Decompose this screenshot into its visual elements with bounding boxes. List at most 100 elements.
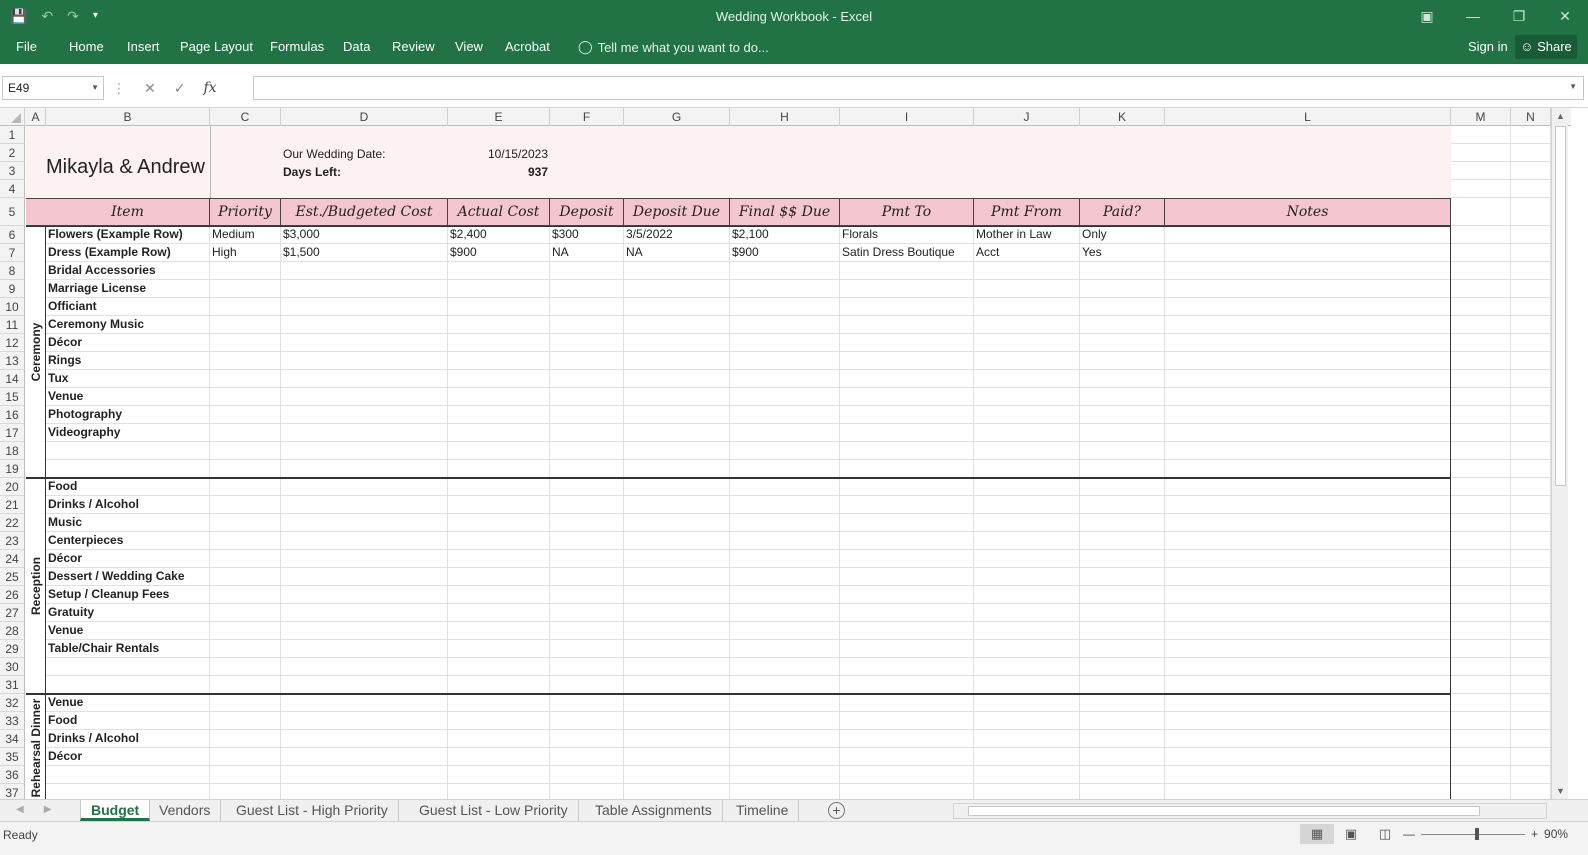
data-cell[interactable] (1451, 712, 1511, 730)
row-header[interactable]: 34 (0, 730, 25, 748)
data-cell[interactable] (1080, 298, 1165, 316)
data-cell[interactable] (1165, 406, 1451, 424)
data-cell[interactable] (448, 550, 550, 568)
item-cell[interactable]: Décor (46, 334, 210, 352)
data-cell[interactable] (840, 550, 974, 568)
couple-names[interactable]: Mikayla & Andrew (46, 156, 205, 179)
row-header[interactable]: 12 (0, 334, 25, 352)
expand-formula-icon[interactable]: ▼ (1569, 82, 1577, 91)
row-header[interactable]: 32 (0, 694, 25, 712)
horizontal-scrollbar[interactable] (953, 803, 1547, 819)
item-cell[interactable]: Venue (46, 622, 210, 640)
data-cell[interactable] (1165, 640, 1451, 658)
data-cell[interactable] (840, 514, 974, 532)
data-cell[interactable] (730, 514, 840, 532)
data-cell[interactable] (210, 388, 281, 406)
data-cell[interactable] (974, 442, 1080, 460)
data-cell[interactable] (1080, 748, 1165, 766)
data-cell[interactable] (624, 748, 730, 766)
data-cell[interactable] (550, 568, 624, 586)
data-cell[interactable] (1080, 406, 1165, 424)
data-cell[interactable] (1511, 748, 1551, 766)
data-cell[interactable]: High (210, 244, 281, 262)
data-cell[interactable] (1511, 334, 1551, 352)
data-cell[interactable] (448, 604, 550, 622)
data-cell[interactable] (210, 406, 281, 424)
data-cell[interactable] (624, 370, 730, 388)
data-cell[interactable] (281, 532, 448, 550)
data-cell[interactable] (281, 478, 448, 496)
data-cell[interactable] (840, 604, 974, 622)
data-cell[interactable] (1080, 604, 1165, 622)
data-cell[interactable] (210, 694, 281, 712)
data-cell[interactable] (1511, 460, 1551, 478)
data-cell[interactable] (1165, 532, 1451, 550)
data-cell[interactable] (840, 730, 974, 748)
data-cell[interactable] (1511, 730, 1551, 748)
data-cell[interactable] (1451, 640, 1511, 658)
data-cell[interactable] (624, 550, 730, 568)
data-cell[interactable] (1080, 424, 1165, 442)
item-cell[interactable]: Drinks / Alcohol (46, 496, 210, 514)
data-cell[interactable] (1511, 496, 1551, 514)
data-cell[interactable] (210, 298, 281, 316)
data-cell[interactable] (281, 388, 448, 406)
data-cell[interactable]: Only (1080, 226, 1165, 244)
tell-me-box[interactable]: ◯ Tell me what you want to do... (578, 39, 769, 55)
data-cell[interactable] (1080, 316, 1165, 334)
data-cell[interactable]: Medium (210, 226, 281, 244)
data-cell[interactable]: $2,100 (730, 226, 840, 244)
data-cell[interactable] (210, 316, 281, 334)
data-cell[interactable] (1080, 784, 1165, 799)
data-cell[interactable] (1165, 370, 1451, 388)
data-cell[interactable] (730, 352, 840, 370)
data-cell[interactable] (974, 280, 1080, 298)
data-cell[interactable] (840, 784, 974, 799)
data-cell[interactable] (974, 352, 1080, 370)
data-cell[interactable] (840, 622, 974, 640)
data-cell[interactable] (1511, 144, 1551, 162)
data-cell[interactable] (210, 676, 281, 694)
data-cell[interactable] (210, 640, 281, 658)
data-cell[interactable] (1165, 550, 1451, 568)
data-cell[interactable] (281, 334, 448, 352)
data-cell[interactable] (448, 442, 550, 460)
column-header-n[interactable]: N (1511, 108, 1551, 126)
worksheet-grid[interactable]: Mikayla & Andrew Our Wedding Date: 10/15… (26, 126, 1551, 799)
column-header-h[interactable]: H (730, 108, 840, 126)
item-cell[interactable]: Décor (46, 748, 210, 766)
sheet-tab-budget[interactable]: Budget (80, 800, 151, 821)
data-cell[interactable] (1511, 298, 1551, 316)
data-cell[interactable] (1080, 280, 1165, 298)
data-cell[interactable] (1511, 280, 1551, 298)
data-cell[interactable]: Acct (974, 244, 1080, 262)
data-cell[interactable] (281, 622, 448, 640)
cancel-icon[interactable]: ✕ (144, 80, 156, 97)
item-cell[interactable]: Food (46, 478, 210, 496)
data-cell[interactable] (624, 568, 730, 586)
data-cell[interactable] (730, 316, 840, 334)
sheet-tab-guest-high[interactable]: Guest List - High Priority (226, 800, 399, 821)
data-cell[interactable] (974, 388, 1080, 406)
data-cell[interactable] (1511, 180, 1551, 198)
data-cell[interactable] (624, 460, 730, 478)
data-cell[interactable] (281, 262, 448, 280)
data-cell[interactable] (624, 316, 730, 334)
data-cell[interactable] (1080, 352, 1165, 370)
data-cell[interactable] (550, 316, 624, 334)
data-cell[interactable] (210, 748, 281, 766)
tab-file[interactable]: File (16, 39, 37, 54)
data-cell[interactable] (1451, 442, 1511, 460)
data-cell[interactable] (840, 298, 974, 316)
data-cell[interactable] (974, 766, 1080, 784)
column-header-k[interactable]: K (1080, 108, 1165, 126)
data-cell[interactable] (1080, 478, 1165, 496)
data-cell[interactable] (730, 496, 840, 514)
data-cell[interactable] (1451, 198, 1511, 226)
data-cell[interactable] (624, 730, 730, 748)
data-cell[interactable] (1451, 298, 1511, 316)
data-cell[interactable] (281, 658, 448, 676)
column-title[interactable]: Deposit Due (624, 198, 730, 226)
column-header-e[interactable]: E (448, 108, 550, 126)
data-cell[interactable] (550, 478, 624, 496)
